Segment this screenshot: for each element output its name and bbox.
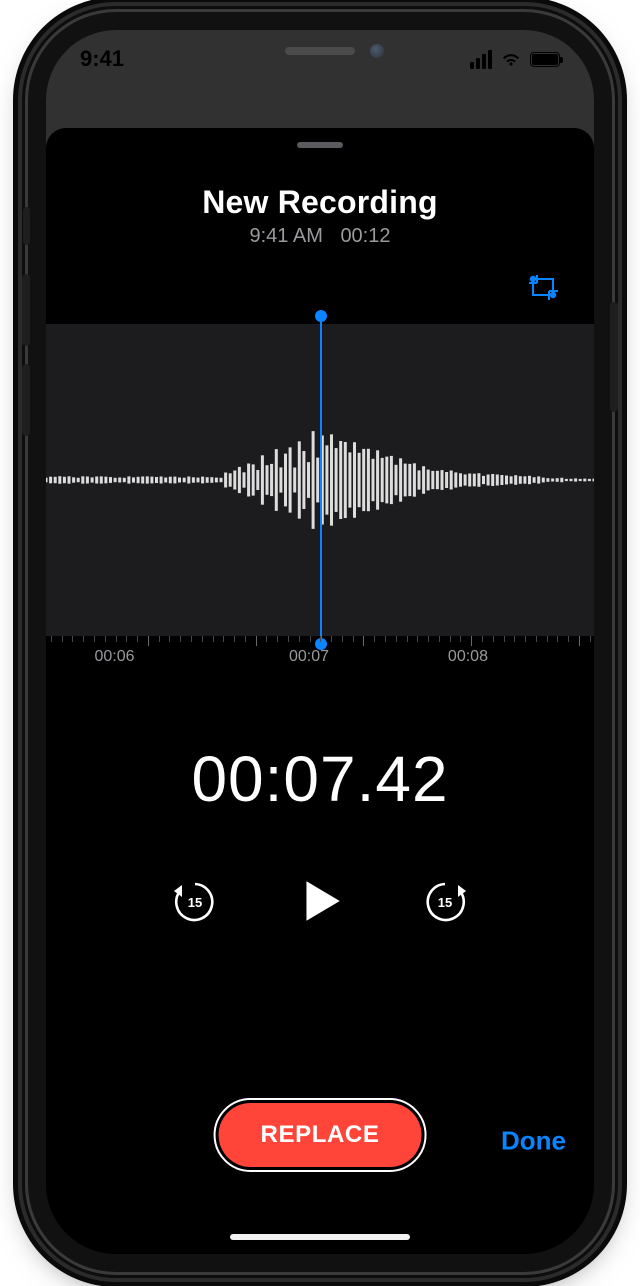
skip-forward-button[interactable]: 15 — [417, 873, 473, 929]
wifi-icon — [500, 46, 522, 72]
replace-button-outline: REPLACE — [214, 1098, 427, 1172]
status-time: 9:41 — [80, 46, 124, 72]
bottom-bar: REPLACE Done — [46, 1098, 594, 1184]
side-button — [610, 302, 618, 412]
recording-subtitle: 9:41 AM 00:12 — [46, 225, 594, 248]
recording-duration: 00:12 — [340, 225, 390, 247]
trim-button[interactable] — [522, 268, 568, 308]
play-icon — [294, 875, 346, 927]
editing-sheet: New Recording 9:41 AM 00:12 — [46, 128, 594, 1254]
ruler-label: 00:08 — [448, 648, 488, 666]
transport-controls: 15 15 — [46, 868, 594, 934]
svg-text:15: 15 — [438, 895, 452, 910]
skip-forward-15-icon: 15 — [420, 876, 470, 926]
recording-time: 9:41 AM — [249, 225, 322, 247]
skip-back-button[interactable]: 15 — [167, 873, 223, 929]
ruler-label: 00:06 — [94, 648, 134, 666]
play-button[interactable] — [287, 868, 353, 934]
trim-icon — [528, 273, 562, 303]
volume-up-button — [22, 274, 30, 346]
timeline-ruler[interactable]: 00:06 00:07 00:08 00:09 — [46, 636, 594, 678]
ruler-label: 00:07 — [289, 648, 329, 666]
playhead[interactable] — [320, 316, 322, 644]
mute-switch — [23, 207, 30, 245]
home-indicator[interactable] — [230, 1234, 410, 1240]
battery-icon — [530, 52, 560, 67]
screen: 9:41 New Recording 9:41 AM 00:12 — [46, 30, 594, 1254]
svg-text:15: 15 — [188, 895, 202, 910]
done-button[interactable]: Done — [501, 1126, 566, 1157]
status-right — [470, 46, 560, 72]
recording-title[interactable]: New Recording — [46, 184, 594, 221]
status-bar: 9:41 — [46, 30, 594, 88]
volume-down-button — [22, 364, 30, 436]
sheet-grabber[interactable] — [297, 142, 343, 148]
current-time: 00:07.42 — [46, 742, 594, 816]
skip-back-15-icon: 15 — [170, 876, 220, 926]
waveform-area[interactable] — [46, 324, 594, 636]
recording-header: New Recording 9:41 AM 00:12 — [46, 184, 594, 248]
replace-button[interactable]: REPLACE — [219, 1103, 422, 1167]
cellular-signal-icon — [470, 50, 492, 69]
phone-frame: 9:41 New Recording 9:41 AM 00:12 — [28, 12, 612, 1272]
